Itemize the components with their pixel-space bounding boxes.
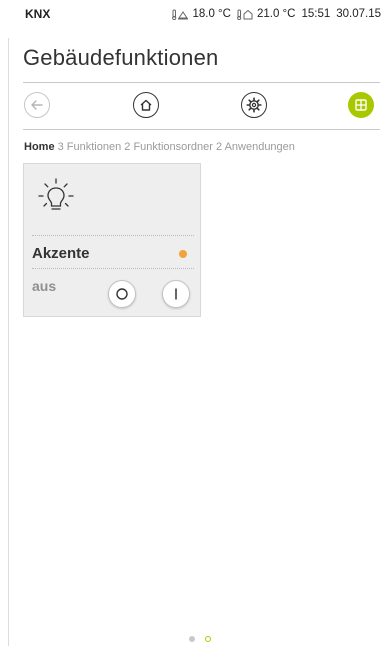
switch-off-button[interactable] <box>108 280 136 308</box>
status-led <box>179 250 187 258</box>
back-button[interactable] <box>24 92 50 118</box>
outdoor-thermometer-icon <box>172 9 189 20</box>
frame-border <box>8 38 9 646</box>
back-arrow-icon <box>31 100 43 110</box>
indoor-temp-value: 21.0 °C <box>256 8 296 20</box>
home-button[interactable] <box>133 92 159 118</box>
breadcrumb-home[interactable]: Home <box>24 141 55 153</box>
app-name: KNX <box>25 7 51 21</box>
title-divider <box>23 82 380 83</box>
indoor-thermometer-icon <box>237 9 253 20</box>
tile-divider <box>32 268 194 269</box>
status-bar: KNX 18.0 °C 21.0 °C 15:51 30.07.15 <box>25 6 381 22</box>
breadcrumb-path[interactable]: 3 Funktionen 2 Funktionsordner 2 Anwendu… <box>58 141 295 153</box>
outdoor-temperature: 18.0 °C <box>172 8 231 20</box>
page-indicator-dot-active[interactable] <box>205 636 211 642</box>
power-on-icon <box>175 288 177 300</box>
indoor-temperature: 21.0 °C <box>237 8 295 20</box>
nav-divider <box>23 129 380 130</box>
switch-on-button[interactable] <box>162 280 190 308</box>
function-tile-akzente[interactable]: Akzente aus <box>23 163 201 317</box>
tile-divider <box>32 235 194 236</box>
page-indicator-dot[interactable] <box>189 636 195 642</box>
status-info: 18.0 °C 21.0 °C 15:51 30.07.15 <box>172 8 381 20</box>
page-title: Gebäudefunktionen <box>23 45 219 70</box>
power-off-icon <box>116 288 128 300</box>
outdoor-temp-value: 18.0 °C <box>192 8 231 20</box>
tile-name: Akzente <box>32 245 90 262</box>
clock: 15:51 <box>301 8 331 20</box>
date: 30.07.15 <box>336 8 381 20</box>
tile-state: aus <box>32 278 57 294</box>
breadcrumb: Home 3 Funktionen 2 Funktionsordner 2 An… <box>24 141 295 153</box>
light-bulb-icon <box>38 178 74 210</box>
settings-button[interactable] <box>241 92 267 118</box>
grid-view-button[interactable] <box>348 92 374 118</box>
grid-icon <box>355 99 367 111</box>
settings-gear-icon <box>246 97 262 113</box>
home-icon <box>140 99 152 111</box>
